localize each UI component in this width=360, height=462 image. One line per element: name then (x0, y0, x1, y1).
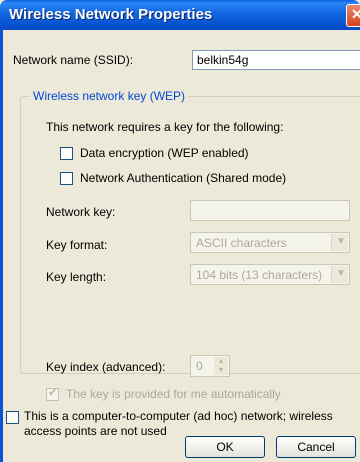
title-bar[interactable]: Wireless Network Properties ✕ (0, 0, 360, 30)
key-index-spinner[interactable]: 0 ▲ ▼ (190, 355, 230, 377)
network-authentication-checkbox[interactable] (60, 172, 73, 185)
ssid-input[interactable]: belkin54g (192, 50, 360, 70)
key-index-spin-buttons[interactable]: ▲ ▼ (214, 357, 228, 375)
key-index-label: Key index (advanced): (46, 360, 166, 374)
key-format-label: Key format: (46, 238, 108, 252)
auto-key-checkbox[interactable]: ✔ (46, 387, 59, 401)
ssid-label: Network name (SSID): (13, 53, 134, 67)
auto-key-label[interactable]: The key is provided for me automatically (66, 387, 281, 401)
close-icon: ✕ (351, 6, 360, 22)
data-encryption-label[interactable]: Data encryption (WEP enabled) (80, 146, 249, 160)
adhoc-label-line2[interactable]: access points are not used (24, 424, 167, 438)
key-format-value: ASCII characters (196, 236, 287, 250)
key-index-value: 0 (196, 359, 203, 373)
spin-up-icon[interactable]: ▲ (214, 357, 228, 366)
data-encryption-checkbox[interactable] (60, 147, 73, 160)
chevron-down-icon: ▼ (336, 268, 346, 279)
key-length-label: Key length: (46, 270, 107, 284)
spin-down-icon[interactable]: ▼ (214, 366, 228, 375)
window-title: Wireless Network Properties (9, 6, 213, 23)
key-length-dropdown-button[interactable]: ▼ (331, 266, 348, 283)
ssid-value: belkin54g (197, 53, 249, 67)
network-key-label: Network key: (46, 205, 116, 219)
chevron-down-icon: ▼ (336, 236, 346, 247)
wep-group-legend: Wireless network key (WEP) (30, 89, 189, 103)
key-length-select[interactable]: 104 bits (13 characters) ▼ (190, 264, 350, 285)
window-frame-left (0, 30, 3, 462)
close-button[interactable]: ✕ (346, 4, 360, 27)
key-length-value: 104 bits (13 characters) (196, 268, 323, 282)
network-key-input[interactable] (190, 200, 350, 221)
adhoc-label-line1[interactable]: This is a computer-to-computer (ad hoc) … (24, 409, 333, 423)
requires-key-text: This network requires a key for the foll… (46, 120, 284, 134)
wireless-network-properties-dialog: Wireless Network Properties ✕ Network na… (0, 0, 360, 462)
key-format-select[interactable]: ASCII characters ▼ (190, 232, 350, 253)
adhoc-checkbox[interactable] (6, 411, 19, 424)
cancel-button[interactable]: Cancel (276, 436, 356, 458)
checkmark-icon: ✔ (48, 387, 58, 399)
ok-button[interactable]: OK (185, 436, 265, 458)
network-authentication-label[interactable]: Network Authentication (Shared mode) (80, 171, 286, 185)
key-format-dropdown-button[interactable]: ▼ (331, 234, 348, 251)
